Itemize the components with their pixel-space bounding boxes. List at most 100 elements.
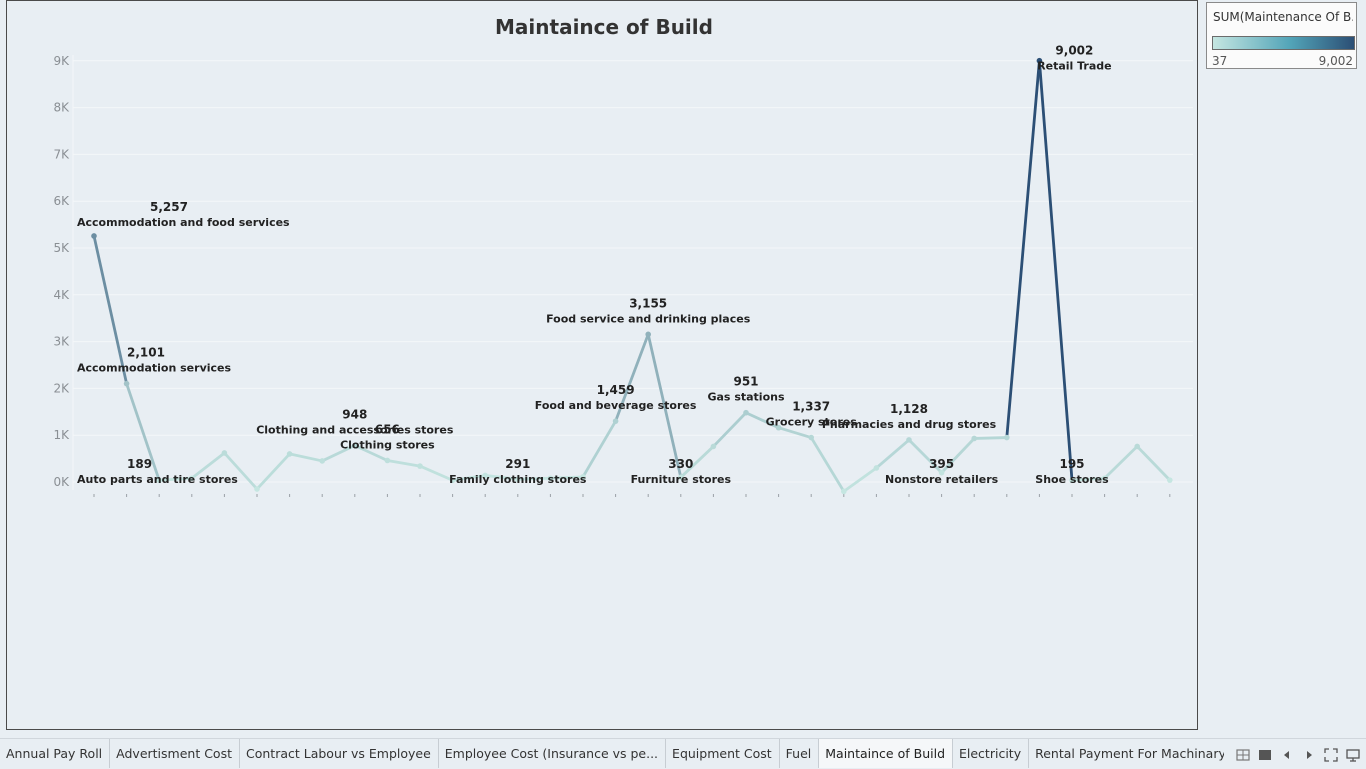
line-chart: Maintaince of Build 0K 1K 2K 3K 4K 5K 6K 7K 8K 9K… xyxy=(53,15,1193,497)
data-label-name: Auto parts and tire stores xyxy=(77,473,238,486)
y-axis: 0K 1K 2K 3K 4K 5K 6K 7K 8K 9K xyxy=(53,54,70,489)
data-point xyxy=(841,488,847,495)
data-point xyxy=(417,463,423,469)
y-tick-label: 4K xyxy=(53,288,70,302)
line-segment xyxy=(777,426,813,439)
data-point xyxy=(319,458,326,464)
line-segment xyxy=(1103,445,1139,480)
data-label-name: Accommodation and food services xyxy=(77,216,290,229)
y-tick-label: 0K xyxy=(53,475,70,489)
y-tick-label: 1K xyxy=(53,428,70,442)
chart-title: Maintaince of Build xyxy=(495,15,713,39)
data-label-name: Pharmacies and drug stores xyxy=(822,418,997,431)
data-label-value: 9,002 xyxy=(1055,44,1093,58)
data-label-value: 656 xyxy=(375,422,400,436)
sheet-tabs: Annual Pay Roll Advertisment Cost Contract… xyxy=(0,739,1224,769)
line-segment xyxy=(809,436,846,493)
data-point xyxy=(254,486,260,492)
data-label-value: 5,257 xyxy=(150,200,188,214)
data-point xyxy=(710,443,717,450)
y-tick-label: 5K xyxy=(53,241,70,255)
line-segment xyxy=(255,452,292,491)
sheet-tab[interactable]: Annual Pay Roll xyxy=(0,739,111,768)
y-tick-label: 2K xyxy=(53,381,70,395)
fullscreen-icon[interactable] xyxy=(1324,747,1338,762)
data-point xyxy=(906,437,912,443)
y-tick-label: 8K xyxy=(53,101,70,115)
data-point xyxy=(221,450,228,456)
sheet-tab[interactable]: Equipment Cost xyxy=(666,739,780,768)
color-legend[interactable]: SUM(Maintenance Of B... 37 9,002 xyxy=(1206,2,1357,69)
data-label-name: Furniture stores xyxy=(631,473,732,486)
y-tick-label: 3K xyxy=(53,335,70,349)
data-label-name: Nonstore retailers xyxy=(885,473,999,486)
line-segment xyxy=(712,411,748,448)
data-point xyxy=(645,331,651,338)
data-label-value: 195 xyxy=(1059,457,1084,471)
data-labels: 5,257 Accommodation and food services 2,10… xyxy=(77,44,1112,486)
legend-color-ramp xyxy=(1212,36,1355,50)
sheet-tab[interactable]: Rental Payment For Machinary xyxy=(1029,739,1224,768)
data-label-name: Gas stations xyxy=(707,391,784,404)
data-label-value: 3,155 xyxy=(629,296,667,310)
data-point xyxy=(123,380,130,387)
data-label-value: 189 xyxy=(127,457,152,471)
data-point xyxy=(743,409,749,416)
legend-min-label: 37 xyxy=(1212,54,1228,68)
present-icon[interactable] xyxy=(1346,747,1360,762)
data-label-name: Accommodation services xyxy=(77,362,231,375)
sheet-tab[interactable]: Advertisment Cost xyxy=(110,739,240,768)
line-segment xyxy=(288,452,324,463)
data-point xyxy=(91,233,97,239)
data-point xyxy=(1167,477,1173,483)
data-label-value: 330 xyxy=(668,457,693,471)
data-label-value: 1,459 xyxy=(597,383,635,397)
sheet-tab[interactable]: Electricity xyxy=(953,739,1030,768)
data-point xyxy=(1004,434,1010,441)
y-tick-label: 7K xyxy=(53,147,70,161)
sheet-tab[interactable]: Fuel xyxy=(780,739,820,768)
line-segment xyxy=(1005,59,1041,439)
line-segment xyxy=(581,419,617,479)
gridlines xyxy=(72,55,1193,490)
data-point xyxy=(1134,443,1140,450)
sheet-tab-bar: Annual Pay Roll Advertisment Cost Contract… xyxy=(0,738,1366,769)
data-label-value: 291 xyxy=(505,457,530,471)
line-segment xyxy=(385,459,422,468)
single-view-icon[interactable] xyxy=(1258,747,1272,761)
data-label-name: Retail Trade xyxy=(1037,60,1111,73)
series-points xyxy=(91,57,1173,495)
previous-sheet-icon[interactable] xyxy=(1280,747,1294,761)
data-label-value: 948 xyxy=(342,407,367,421)
sheet-tab[interactable]: Maintaince of Build xyxy=(819,739,953,768)
data-label-value: 2,101 xyxy=(127,346,165,360)
data-label-name: Food service and drinking places xyxy=(546,312,751,325)
data-point xyxy=(286,451,293,457)
thumbnail-grid-icon[interactable] xyxy=(1236,747,1250,761)
line-segment xyxy=(972,436,1009,440)
data-label-value: 1,337 xyxy=(792,400,830,414)
data-label-value: 1,128 xyxy=(890,402,928,416)
legend-title: SUM(Maintenance Of B... xyxy=(1213,10,1353,24)
sheet-controls xyxy=(1236,746,1360,762)
data-label-value: 951 xyxy=(733,375,758,389)
data-label-name: Food and beverage stores xyxy=(535,399,697,412)
y-tick-label: 9K xyxy=(53,54,70,68)
data-label-name: Family clothing stores xyxy=(449,473,587,486)
data-point xyxy=(384,457,391,464)
x-axis xyxy=(93,494,1171,497)
line-segment xyxy=(418,464,455,482)
legend-max-label: 9,002 xyxy=(1318,54,1353,68)
data-point xyxy=(612,418,619,424)
data-label-name: Clothing stores xyxy=(340,438,435,451)
line-segment xyxy=(842,466,878,493)
data-label-name: Shoe stores xyxy=(1035,473,1109,486)
sheet-tab[interactable]: Contract Labour vs Employee xyxy=(240,739,439,768)
line-segment xyxy=(1038,59,1074,482)
line-segment xyxy=(1135,445,1172,482)
y-tick-label: 6K xyxy=(53,194,70,208)
chart-frame: Maintaince of Build 0K 1K 2K 3K 4K 5K 6K 7K 8K 9K… xyxy=(6,0,1198,730)
sheet-tab[interactable]: Employee Cost (Insurance vs pe... xyxy=(439,739,667,768)
data-point xyxy=(971,435,977,442)
next-sheet-icon[interactable] xyxy=(1302,747,1316,761)
